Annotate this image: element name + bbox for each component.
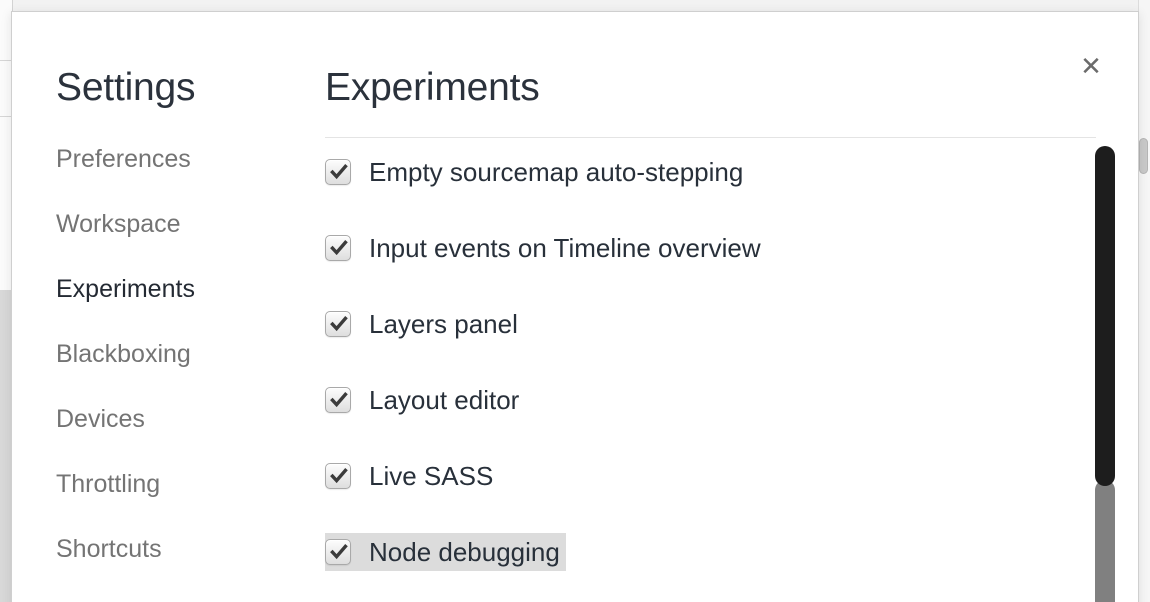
scrollbar-thumb[interactable] [1095, 146, 1115, 486]
sidebar-item-preferences[interactable]: Preferences [56, 147, 312, 172]
sidebar-item-blackboxing[interactable]: Blackboxing [56, 342, 312, 367]
experiments-list: Empty sourcemap auto-stepping Input even… [325, 153, 1138, 571]
experiment-label: Node debugging [369, 537, 560, 567]
settings-title: Settings [56, 66, 196, 109]
scrollbar-track[interactable] [1095, 146, 1115, 602]
checkbox-checked-icon[interactable] [325, 235, 351, 261]
sidebar-item-throttling[interactable]: Throttling [56, 472, 312, 497]
backdrop-right-rail [1138, 0, 1150, 602]
sidebar-item-workspace[interactable]: Workspace [56, 212, 312, 237]
experiment-label: Empty sourcemap auto-stepping [369, 157, 744, 187]
content-divider [325, 137, 1096, 138]
settings-dialog: ✕ Settings Preferences Workspace Experim… [11, 11, 1139, 602]
checkbox-checked-icon[interactable] [325, 463, 351, 489]
experiment-label: Layout editor [369, 385, 520, 415]
checkbox-checked-icon[interactable] [325, 387, 351, 413]
dialog-body: Settings Preferences Workspace Experimen… [12, 12, 1138, 602]
checkbox-checked-icon[interactable] [325, 311, 351, 337]
scrollbar-thumb-lower[interactable] [1095, 480, 1115, 602]
experiment-row[interactable]: Layers panel [325, 305, 524, 343]
sidebar-item-experiments[interactable]: Experiments [56, 277, 312, 302]
page-title: Experiments [325, 66, 540, 109]
sidebar-item-devices[interactable]: Devices [56, 407, 312, 432]
experiment-row[interactable]: Layout editor [325, 381, 525, 419]
experiment-label: Layers panel [369, 309, 518, 339]
dialog-scrollbar[interactable] [1095, 146, 1115, 602]
experiment-row[interactable]: Node debugging [325, 533, 566, 571]
checkbox-checked-icon[interactable] [325, 159, 351, 185]
checkbox-checked-icon[interactable] [325, 539, 351, 565]
experiment-label: Live SASS [369, 461, 494, 491]
backdrop-scrollbar-thumb[interactable] [1139, 138, 1148, 174]
experiment-row[interactable]: Input events on Timeline overview [325, 229, 767, 267]
sidebar-list: Preferences Workspace Experiments Blackb… [56, 147, 312, 562]
experiment-row[interactable]: Live SASS [325, 457, 499, 495]
experiment-row[interactable]: Empty sourcemap auto-stepping [325, 153, 749, 191]
experiment-label: Input events on Timeline overview [369, 233, 761, 263]
settings-content: Experiments Empty sourcemap auto-steppin… [312, 12, 1138, 602]
settings-sidebar: Settings Preferences Workspace Experimen… [12, 12, 312, 602]
sidebar-item-shortcuts[interactable]: Shortcuts [56, 537, 312, 562]
